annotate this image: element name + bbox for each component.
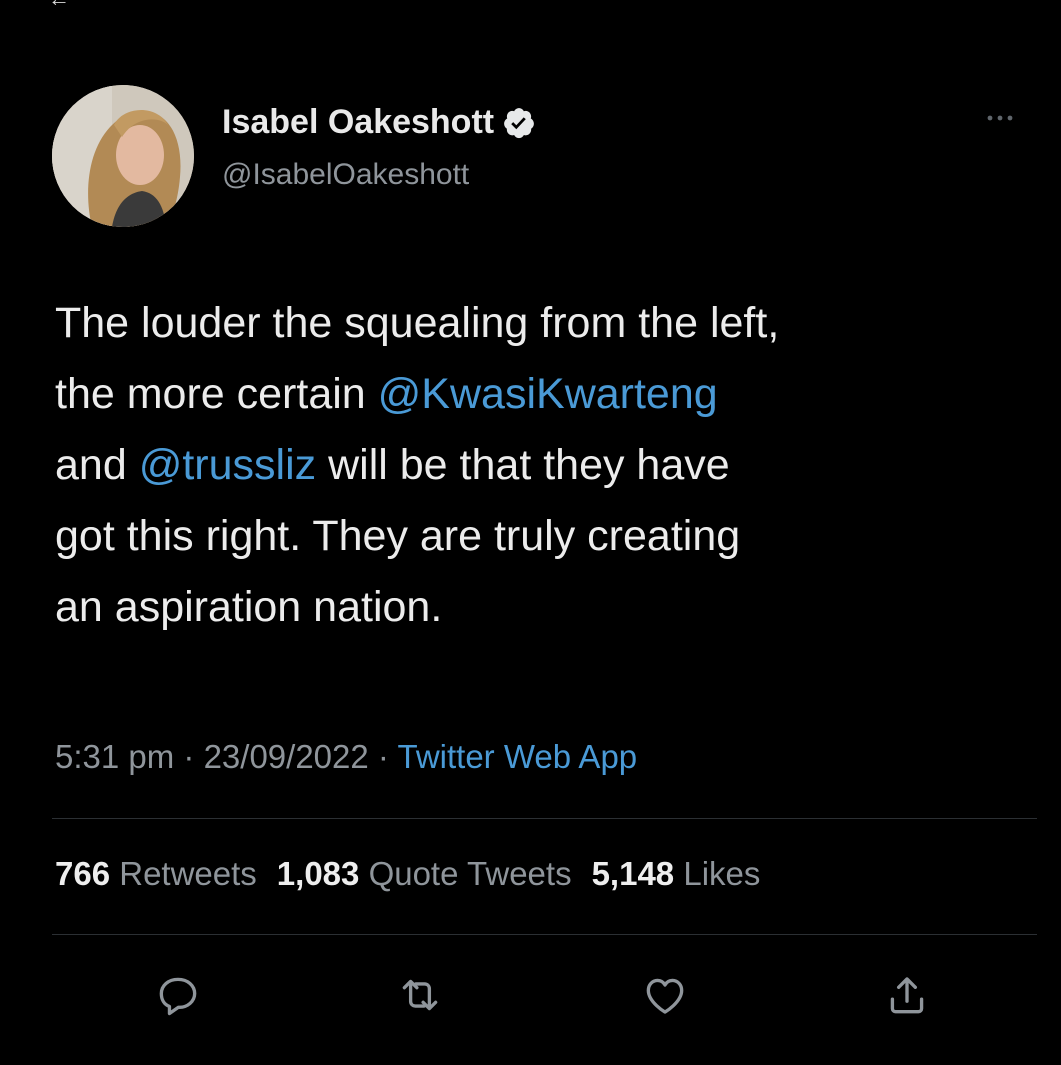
likes-stat[interactable]: 5,148 Likes <box>592 855 761 892</box>
share-icon <box>890 977 924 1014</box>
tweet-text: The louder the squealing from the left, t… <box>55 288 1045 643</box>
divider-top <box>52 818 1037 819</box>
quotes-label: Quote Tweets <box>368 855 572 892</box>
tweet-date[interactable]: 23/09/2022 <box>204 738 369 775</box>
tweet-meta: 5:31 pm · 23/09/2022 · Twitter Web App <box>55 738 637 776</box>
top-bar: ← <box>0 0 1061 10</box>
tweet-text-segment: the more certain <box>55 370 378 418</box>
tweet-time[interactable]: 5:31 pm <box>55 738 174 775</box>
meta-separator-1: · <box>174 738 204 775</box>
more-options-icon[interactable] <box>980 108 1020 128</box>
retweets-count: 766 <box>55 855 111 892</box>
reply-button[interactable] <box>153 970 203 1020</box>
mention-link[interactable]: @KwasiKwarteng <box>378 370 718 418</box>
retweet-icon <box>402 979 438 1011</box>
tweet-text-segment: The louder the squealing from the left, <box>55 299 780 347</box>
avatar[interactable] <box>52 85 194 227</box>
like-icon <box>646 978 684 1014</box>
likes-label: Likes <box>683 855 761 892</box>
divider-bottom <box>52 934 1037 935</box>
tweet-text-segment: got this right. They are truly creating <box>55 512 741 560</box>
tweet-stats: 766 Retweets 1,083 Quote Tweets 5,148 Like… <box>55 855 760 893</box>
retweet-button[interactable] <box>395 970 445 1020</box>
tweet-text-segment: an aspiration nation. <box>55 583 443 631</box>
likes-count: 5,148 <box>591 855 675 892</box>
back-arrow-icon[interactable]: ← <box>48 0 70 10</box>
tweet-source-link[interactable]: Twitter Web App <box>397 738 637 775</box>
quotes-stat[interactable]: 1,083 Quote Tweets <box>277 855 572 892</box>
author-handle[interactable]: @IsabelOakeshott <box>222 158 469 192</box>
tweet-text-segment: and <box>55 441 139 489</box>
retweets-stat[interactable]: 766 Retweets <box>55 855 257 892</box>
like-button[interactable] <box>640 970 690 1020</box>
reply-icon <box>159 977 197 1016</box>
verified-badge-icon <box>502 106 536 140</box>
share-button[interactable] <box>882 970 932 1020</box>
retweets-label: Retweets <box>119 855 257 892</box>
author-name-row[interactable]: Isabel Oakeshott <box>222 103 536 142</box>
author-display-name[interactable]: Isabel Oakeshott <box>222 103 494 142</box>
tweet-text-segment: will be that they have <box>316 441 730 489</box>
avatar-image <box>52 85 194 227</box>
mention-link[interactable]: @trussliz <box>139 441 316 489</box>
meta-separator-2: · <box>368 738 398 775</box>
quotes-count: 1,083 <box>276 855 360 892</box>
